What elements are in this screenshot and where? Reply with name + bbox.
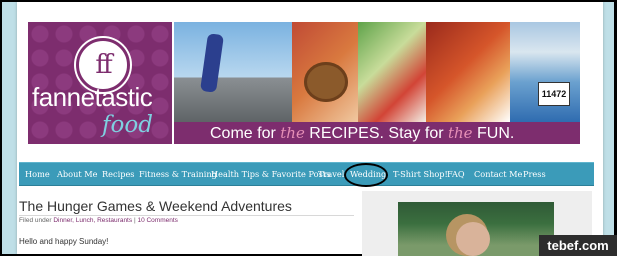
nav-item-travel[interactable]: Travel — [318, 163, 344, 185]
nav-item-contact-me[interactable]: Contact Me — [474, 163, 522, 185]
nav-item-recipes[interactable]: Recipes — [102, 163, 135, 185]
nav-item-tshirt-shop[interactable]: T-Shirt Shop! — [393, 163, 448, 185]
nav-item-faq[interactable]: FAQ — [447, 163, 465, 185]
post-title[interactable]: The Hunger Games & Weekend Adventures — [19, 198, 292, 214]
brand-name-line2: food — [102, 112, 153, 138]
wedding-highlight-circle — [344, 163, 388, 187]
post-meta: Filed under Dinner, Lunch, Restaurants |… — [19, 217, 178, 224]
race-bib: 11472 — [538, 82, 570, 106]
tagline-part1: Come for — [210, 125, 281, 142]
photo-cookies — [292, 22, 358, 122]
post-intro: Hello and happy Sunday! — [19, 237, 109, 246]
photo-jumping-woman — [174, 22, 292, 122]
title-divider — [19, 215, 354, 216]
tagline-part3: FUN. — [472, 125, 515, 142]
site-banner[interactable]: ff fannetastic food 11472 Come for the R… — [28, 22, 580, 144]
tagline-em1: the — [280, 124, 305, 142]
jumping-figure — [200, 33, 224, 93]
photo-runner: 11472 — [510, 22, 580, 122]
site-logo[interactable]: ff fannetastic food — [28, 22, 172, 144]
portrait-face — [456, 222, 490, 256]
cookie-shape — [304, 62, 348, 102]
nav-item-about-me[interactable]: About Me — [57, 163, 97, 185]
tagline-em2: the — [447, 124, 473, 142]
nav-item-home[interactable]: Home — [25, 163, 50, 185]
meta-separator: | — [133, 217, 136, 224]
brand-name-line1: fannetastic — [32, 82, 153, 112]
category-links[interactable]: Dinner, Lunch, Restaurants — [53, 217, 132, 224]
sidebar-photo[interactable] — [398, 202, 554, 256]
comments-link[interactable]: 10 Comments — [137, 217, 177, 224]
nav-item-press[interactable]: Press — [523, 163, 546, 185]
main-nav: Home About Me Recipes Fitness & Training… — [19, 162, 594, 186]
nav-item-fitness-training[interactable]: Fitness & Training — [139, 163, 217, 185]
photo-quinoa-dish — [426, 22, 510, 122]
nav-item-health-tips[interactable]: Health Tips & Favorite Posts — [211, 163, 330, 185]
watermark: tebef.com — [539, 235, 617, 256]
tagline-bar: Come for the RECIPES. Stay for the FUN. — [174, 122, 580, 144]
tagline-part2: RECIPES. Stay for — [304, 125, 448, 142]
monogram-text: ff — [95, 50, 112, 80]
filed-under-label: Filed under — [19, 217, 52, 224]
photo-salad — [358, 22, 426, 122]
